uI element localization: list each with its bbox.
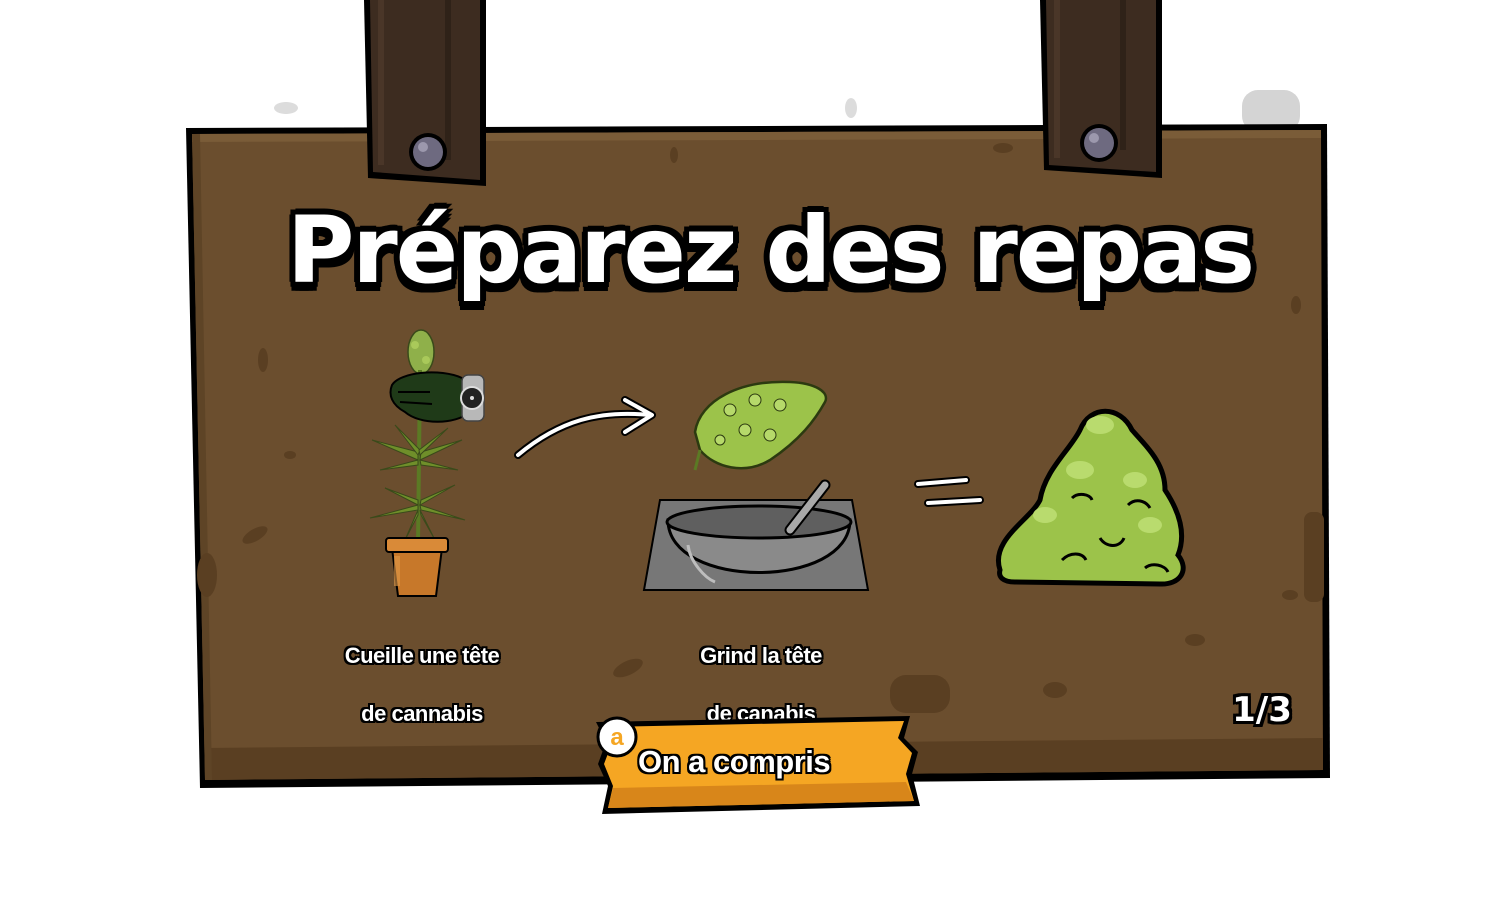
- board-spot: [258, 348, 268, 372]
- board-spot: [993, 143, 1013, 153]
- board-spot: [1043, 682, 1067, 698]
- board-spot: [1282, 590, 1298, 600]
- page-indicator: 1/3: [1232, 690, 1292, 730]
- right-post: [1040, 0, 1162, 178]
- step-caption-line: de cannabis: [361, 701, 483, 726]
- wristwatch-icon: [460, 374, 485, 422]
- left-post: [364, 0, 486, 186]
- board-spot: [197, 553, 217, 597]
- step-caption-line: Cueille une tête: [344, 643, 500, 668]
- board-spot: [890, 675, 950, 713]
- tutorial-title: Préparez des repas: [287, 197, 1255, 304]
- step-caption-line: Grind la tête: [700, 643, 822, 668]
- grinder-bowl-icon: [642, 479, 870, 591]
- board-spot: [284, 451, 296, 459]
- confirm-button[interactable]: On a compris a: [596, 716, 922, 814]
- step-caption-pick: Cueille une tête de cannabis: [292, 612, 552, 757]
- a-key-icon: a: [596, 716, 638, 758]
- board-spot: [1304, 512, 1324, 602]
- tutorial-screen: Préparez des repas Cueille une tête de c…: [0, 0, 1512, 900]
- bg-smudge: [274, 102, 298, 114]
- board-spot: [1185, 634, 1205, 646]
- confirm-button-label: On a compris: [638, 744, 831, 779]
- bg-smudge: [845, 98, 857, 118]
- key-hint-label: a: [610, 724, 624, 751]
- board-spot: [670, 147, 678, 163]
